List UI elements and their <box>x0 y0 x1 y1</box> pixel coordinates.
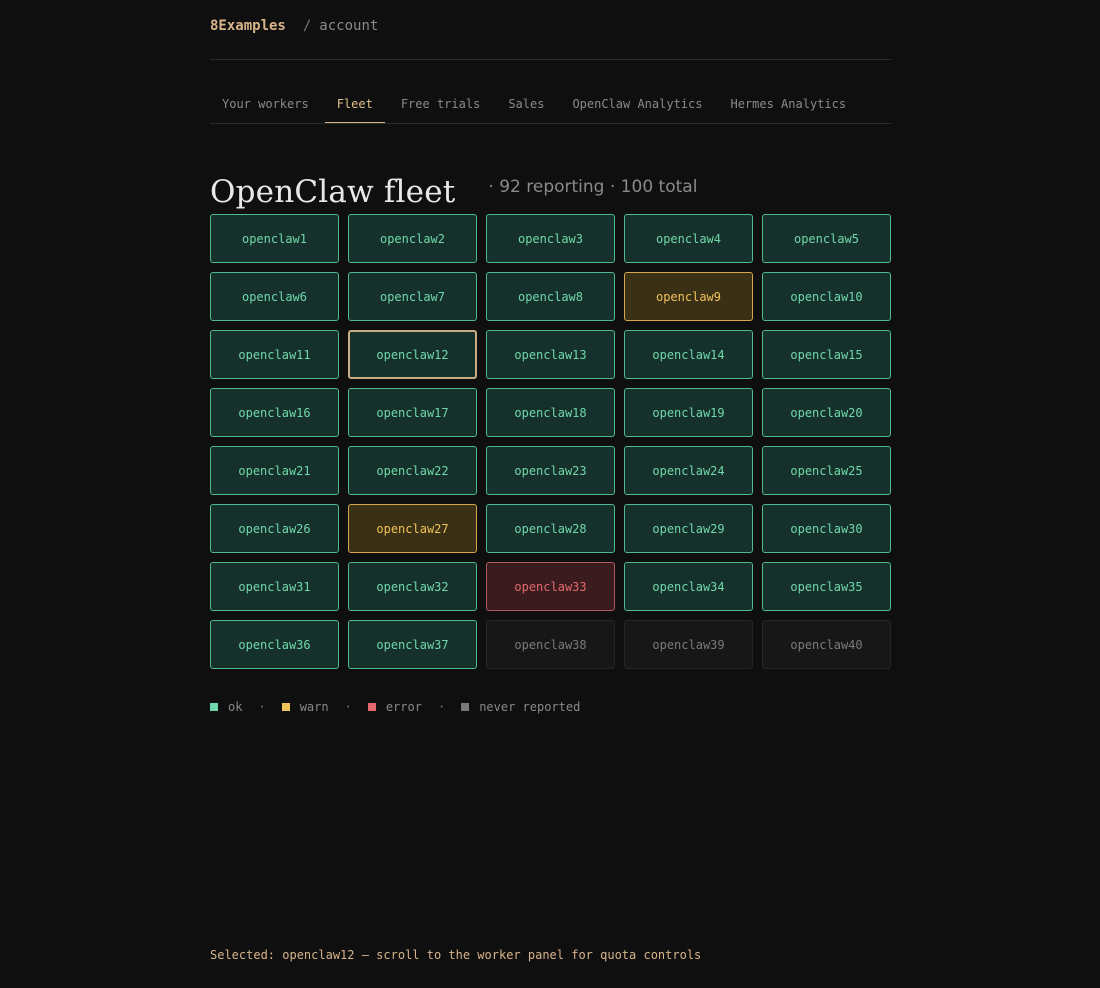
worker-cell-openclaw32[interactable]: openclaw32 <box>348 562 477 611</box>
worker-cell-openclaw23[interactable]: openclaw23 <box>486 446 615 495</box>
worker-cell-openclaw39[interactable]: openclaw39 <box>624 620 753 669</box>
fleet-summary: · 92 reporting · 100 total <box>488 177 698 197</box>
tab-bar: Your workers Fleet Free trials Sales Ope… <box>210 86 891 124</box>
legend-item-error: error <box>367 700 422 714</box>
brand-link[interactable]: 8Examples <box>210 18 286 34</box>
breadcrumb: 8Examples / account <box>210 0 891 60</box>
worker-cell-openclaw17[interactable]: openclaw17 <box>348 388 477 437</box>
worker-cell-openclaw38[interactable]: openclaw38 <box>486 620 615 669</box>
worker-cell-openclaw16[interactable]: openclaw16 <box>210 388 339 437</box>
tab-sales[interactable]: Sales <box>496 86 556 123</box>
legend-label: ok <box>228 700 243 714</box>
worker-grid: openclaw1 openclaw2 openclaw3 openclaw4 open… <box>210 214 891 669</box>
worker-cell-openclaw7[interactable]: openclaw7 <box>348 272 477 321</box>
worker-cell-openclaw11[interactable]: openclaw11 <box>210 330 339 379</box>
worker-cell-openclaw14[interactable]: openclaw14 <box>624 330 753 379</box>
legend-label: warn <box>299 700 329 714</box>
worker-cell-openclaw21[interactable]: openclaw21 <box>210 446 339 495</box>
title-row: OpenClaw fleet · 92 reporting · 100 tota… <box>210 174 891 210</box>
legend-label: never reported <box>479 700 581 714</box>
tab-hermes-analytics[interactable]: Hermes Analytics <box>718 86 858 123</box>
page: 8Examples / account Your workers Fleet F… <box>210 0 891 962</box>
worker-cell-openclaw8[interactable]: openclaw8 <box>486 272 615 321</box>
worker-cell-openclaw10[interactable]: openclaw10 <box>762 272 891 321</box>
worker-cell-openclaw19[interactable]: openclaw19 <box>624 388 753 437</box>
worker-cell-openclaw31[interactable]: openclaw31 <box>210 562 339 611</box>
legend-swatch-warn <box>281 703 290 711</box>
legend-swatch-error <box>367 703 376 711</box>
worker-cell-openclaw35[interactable]: openclaw35 <box>762 562 891 611</box>
status-legend: ok · warn · error · never reported <box>210 700 580 714</box>
worker-cell-openclaw20[interactable]: openclaw20 <box>762 388 891 437</box>
tab-openclaw-analytics[interactable]: OpenClaw Analytics <box>560 86 714 123</box>
worker-cell-openclaw28[interactable]: openclaw28 <box>486 504 615 553</box>
legend-item-warn: warn <box>281 700 329 714</box>
legend-separator: · <box>344 700 352 714</box>
worker-cell-openclaw33[interactable]: openclaw33 <box>486 562 615 611</box>
breadcrumb-account[interactable]: account <box>319 18 378 34</box>
worker-cell-openclaw30[interactable]: openclaw30 <box>762 504 891 553</box>
legend-label: error <box>385 700 422 714</box>
worker-cell-openclaw1[interactable]: openclaw1 <box>210 214 339 263</box>
worker-cell-openclaw27[interactable]: openclaw27 <box>348 504 477 553</box>
worker-cell-openclaw6[interactable]: openclaw6 <box>210 272 339 321</box>
worker-cell-openclaw5[interactable]: openclaw5 <box>762 214 891 263</box>
worker-cell-openclaw15[interactable]: openclaw15 <box>762 330 891 379</box>
legend-separator: · <box>258 700 266 714</box>
breadcrumb-separator: / <box>302 18 312 34</box>
tab-free-trials[interactable]: Free trials <box>389 86 492 123</box>
legend-item-never: never reported <box>461 700 580 714</box>
legend-separator: · <box>437 700 446 714</box>
worker-cell-openclaw24[interactable]: openclaw24 <box>624 446 753 495</box>
worker-cell-openclaw22[interactable]: openclaw22 <box>348 446 477 495</box>
worker-cell-openclaw3[interactable]: openclaw3 <box>486 214 615 263</box>
worker-cell-openclaw18[interactable]: openclaw18 <box>486 388 615 437</box>
legend-item-ok: ok <box>210 700 242 714</box>
worker-cell-openclaw34[interactable]: openclaw34 <box>624 562 753 611</box>
tab-fleet[interactable]: Fleet <box>324 86 385 123</box>
worker-cell-openclaw40[interactable]: openclaw40 <box>762 620 891 669</box>
worker-cell-openclaw29[interactable]: openclaw29 <box>624 504 753 553</box>
legend-swatch-never <box>461 703 470 711</box>
worker-cell-openclaw9[interactable]: openclaw9 <box>624 272 753 321</box>
worker-cell-openclaw2[interactable]: openclaw2 <box>348 214 477 263</box>
legend-swatch-ok <box>210 703 218 711</box>
worker-cell-openclaw36[interactable]: openclaw36 <box>210 620 339 669</box>
worker-cell-openclaw12[interactable]: openclaw12 <box>348 330 477 379</box>
page-title: OpenClaw fleet <box>210 174 456 210</box>
worker-cell-openclaw13[interactable]: openclaw13 <box>486 330 615 379</box>
tab-your-workers[interactable]: Your workers <box>210 86 321 123</box>
worker-cell-openclaw37[interactable]: openclaw37 <box>348 620 477 669</box>
worker-cell-openclaw25[interactable]: openclaw25 <box>762 446 891 495</box>
selection-status: Selected: openclaw12 — scroll to the wor… <box>210 948 702 962</box>
worker-cell-openclaw26[interactable]: openclaw26 <box>210 504 339 553</box>
worker-cell-openclaw4[interactable]: openclaw4 <box>624 214 753 263</box>
